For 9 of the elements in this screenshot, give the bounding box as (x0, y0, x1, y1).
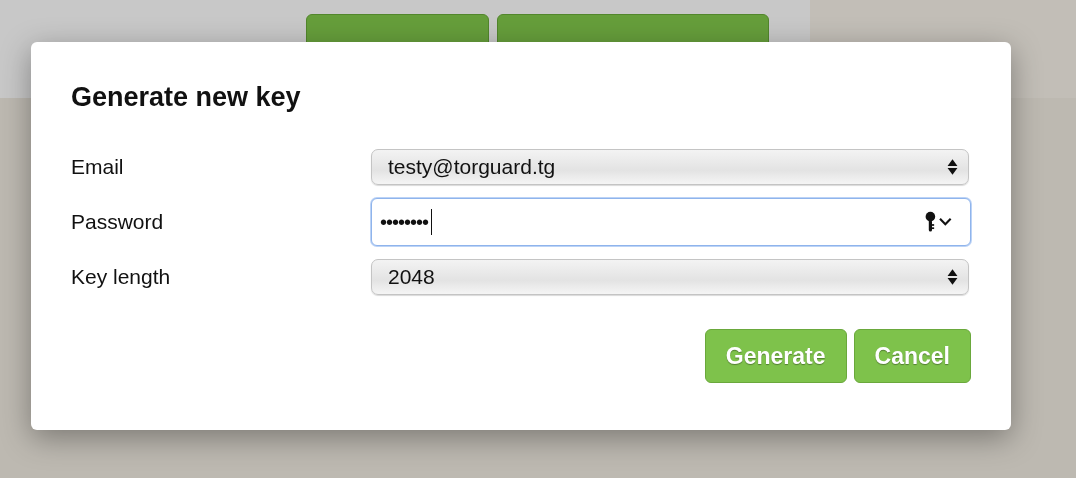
field-label: Password (71, 210, 165, 234)
dialog-title: Generate new key (71, 82, 301, 113)
up-down-arrows-icon (947, 268, 958, 286)
select-field[interactable]: 2048 (371, 259, 969, 295)
field-label: Email (71, 155, 125, 179)
password-field[interactable]: •••••••• (371, 198, 971, 246)
up-down-arrows-icon (947, 158, 958, 176)
field-label: Key length (71, 265, 172, 289)
select-field[interactable]: testy@torguard.tg (371, 149, 969, 185)
